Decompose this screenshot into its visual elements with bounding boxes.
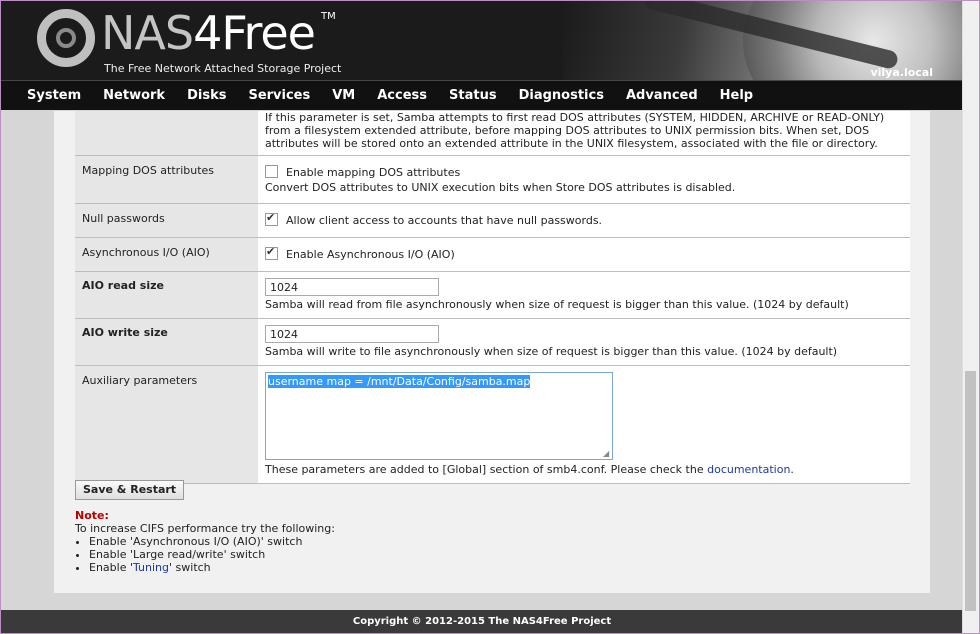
logo-trademark: TM	[321, 11, 336, 22]
logo-text: NAS4Free	[101, 6, 316, 60]
main-content: If this parameter is set, Samba attempts…	[54, 111, 930, 593]
aio-checkbox-label[interactable]: Enable Asynchronous I/O (AIO)	[286, 248, 455, 261]
aux-textarea[interactable]: username map = /mnt/Data/Config/samba.ma…	[265, 372, 613, 460]
aio-read-label: AIO read size	[75, 271, 258, 319]
aio-checkbox[interactable]	[265, 245, 278, 260]
null-passwords-checkbox-label[interactable]: Allow client access to accounts that hav…	[286, 214, 602, 227]
aio-read-input[interactable]: 1024	[265, 278, 439, 296]
row-null-passwords: Null passwords Allow client access to ac…	[75, 203, 910, 238]
logo-ring-icon	[37, 9, 95, 67]
note-item: Enable 'Tuning' switch	[89, 561, 335, 574]
null-passwords-cell: Allow client access to accounts that hav…	[258, 203, 910, 238]
note-item: Enable 'Large read/write' switch	[89, 548, 335, 561]
nav-diagnostics[interactable]: Diagnostics	[519, 88, 604, 103]
nav-help[interactable]: Help	[720, 88, 753, 103]
row-aio-read: AIO read size 1024 Samba will read from …	[75, 271, 910, 319]
aio-write-description: Samba will write to file asynchronously …	[265, 345, 838, 358]
footer-copyright: Copyright © 2012-2015 The NAS4Free Proje…	[1, 610, 963, 633]
settings-table: If this parameter is set, Samba attempts…	[75, 111, 910, 484]
nav-access[interactable]: Access	[377, 88, 427, 103]
null-passwords-label: Null passwords	[75, 203, 258, 238]
aio-write-input[interactable]: 1024	[265, 325, 439, 343]
null-passwords-checkbox[interactable]	[265, 211, 278, 226]
aio-read-cell: 1024 Samba will read from file asynchron…	[258, 271, 910, 319]
aux-textarea-value: username map = /mnt/Data/Config/samba.ma…	[268, 375, 531, 388]
nav-status[interactable]: Status	[449, 88, 497, 103]
mapping-dos-cell: Enable mapping DOS attributes Convert DO…	[258, 155, 910, 204]
row-aio-write: AIO write size 1024 Samba will write to …	[75, 318, 910, 366]
mapping-dos-label: Mapping DOS attributes	[75, 155, 258, 204]
scrollbar-thumb[interactable]	[965, 371, 976, 611]
nav-vm[interactable]: VM	[332, 88, 355, 103]
tagline: The Free Network Attached Storage Projec…	[104, 62, 342, 75]
nav-services[interactable]: Services	[248, 88, 310, 103]
nav-disks[interactable]: Disks	[187, 88, 226, 103]
nav-network[interactable]: Network	[103, 88, 165, 103]
row-aux: Auxiliary parameters username map = /mnt…	[75, 365, 910, 484]
resize-grip-icon[interactable]: ◢	[603, 450, 611, 458]
nav-system[interactable]: System	[27, 88, 81, 103]
row-label-empty	[75, 111, 258, 156]
note-item: Enable 'Asynchronous I/O (AIO)' switch	[89, 535, 335, 548]
aux-cell: username map = /mnt/Data/Config/samba.ma…	[258, 365, 910, 484]
row-aio: Asynchronous I/O (AIO) Enable Asynchrono…	[75, 237, 910, 272]
save-restart-button[interactable]: Save & Restart	[75, 480, 185, 500]
header-banner: NAS4Free TM The Free Network Attached St…	[1, 1, 963, 80]
row-mapping-dos: Mapping DOS attributes Enable mapping DO…	[75, 155, 910, 204]
aio-cell: Enable Asynchronous I/O (AIO)	[258, 237, 910, 272]
note-list: Enable 'Asynchronous I/O (AIO)' switch E…	[75, 535, 335, 574]
note-title: Note:	[75, 509, 109, 522]
store-dos-description: If this parameter is set, Samba attempts…	[258, 111, 910, 156]
documentation-link[interactable]: documentation	[707, 463, 790, 476]
main-nav: System Network Disks Services VM Access …	[1, 80, 963, 110]
mapping-dos-checkbox-label[interactable]: Enable mapping DOS attributes	[286, 166, 460, 179]
tuning-link[interactable]: Tuning	[133, 561, 169, 574]
note-intro: To increase CIFS performance try the fol…	[75, 522, 335, 535]
aio-write-cell: 1024 Samba will write to file asynchrono…	[258, 318, 910, 366]
aio-read-description: Samba will read from file asynchronously…	[265, 298, 849, 311]
vertical-scrollbar[interactable]	[962, 1, 979, 633]
aio-label: Asynchronous I/O (AIO)	[75, 237, 258, 272]
aux-label: Auxiliary parameters	[75, 365, 258, 484]
mapping-dos-description: Convert DOS attributes to UNIX execution…	[265, 181, 736, 194]
aio-write-label: AIO write size	[75, 318, 258, 366]
hostname: vilya.local	[870, 66, 933, 79]
nav-advanced[interactable]: Advanced	[626, 88, 698, 103]
row-store-dos: If this parameter is set, Samba attempts…	[75, 111, 910, 156]
mapping-dos-checkbox[interactable]	[265, 165, 278, 178]
aux-description: These parameters are added to [Global] s…	[265, 463, 794, 476]
note-section: Note: To increase CIFS performance try t…	[75, 509, 335, 574]
